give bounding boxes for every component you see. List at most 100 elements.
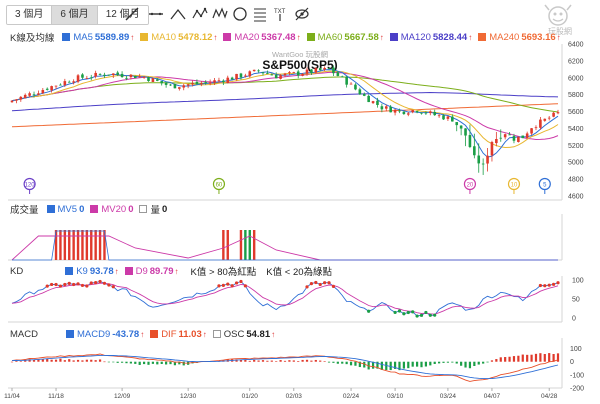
kd-oversold-dot	[415, 314, 419, 318]
volume-bar	[63, 230, 67, 260]
x-axis-tick-label: 12/09	[114, 393, 131, 400]
kd-overbought-dot	[234, 281, 239, 285]
candle-body	[429, 111, 432, 114]
candle-body	[305, 69, 309, 74]
candle-body	[477, 155, 481, 164]
osc-bar	[169, 361, 172, 365]
candle-body	[340, 76, 344, 78]
candle-body	[336, 72, 340, 76]
ma10-line	[11, 70, 559, 149]
osc-bar	[548, 353, 551, 362]
ma-marker-label: 10	[511, 182, 518, 188]
candle-body	[116, 72, 119, 75]
kd-oversold-dot	[411, 310, 415, 314]
x-axis-tick-label: 04/07	[484, 393, 501, 400]
candle-body	[481, 163, 485, 165]
osc-bar	[107, 361, 110, 363]
kd-y-tick: 100	[572, 278, 584, 285]
candle-body	[142, 76, 146, 78]
candle-body	[301, 74, 304, 76]
kline-y-tick: 6200	[568, 58, 584, 65]
osc-bar	[165, 361, 168, 365]
candle-body	[283, 73, 287, 76]
candle-body	[164, 82, 168, 85]
candle-body	[279, 75, 282, 79]
candle-body	[266, 73, 269, 74]
osc-bar	[156, 361, 159, 365]
candle-body	[23, 94, 27, 98]
osc-bar	[288, 360, 291, 362]
candle-body	[81, 74, 84, 78]
candle-body	[37, 93, 40, 95]
volume-bar	[59, 230, 62, 260]
kline-y-tick: 6000	[568, 75, 584, 82]
kd-y-tick: 0	[572, 316, 576, 323]
ma-marker-label: 60	[216, 182, 223, 188]
k9-line	[11, 280, 559, 317]
osc-bar	[266, 360, 269, 362]
osc-bar	[327, 361, 331, 363]
volume-bar	[90, 230, 93, 260]
candle-body	[455, 122, 459, 126]
candle-body	[76, 75, 80, 82]
osc-bar	[112, 361, 115, 363]
osc-bar	[257, 360, 260, 362]
candle-body	[314, 68, 318, 73]
kd-overbought-dot	[331, 284, 336, 288]
d9-line	[11, 282, 559, 315]
candle-body	[459, 125, 463, 129]
kd-overbought-dot	[98, 279, 102, 284]
macd9-line	[11, 354, 559, 380]
x-axis-tick-label: 11/04	[4, 393, 20, 400]
kd-overbought-dot	[217, 284, 221, 288]
candle-body	[486, 155, 489, 164]
kd-overbought-dot	[556, 281, 560, 285]
osc-bar	[32, 359, 36, 362]
osc-bar	[349, 361, 353, 366]
osc-bar	[305, 359, 309, 362]
osc-bar	[336, 361, 339, 364]
candle-body	[10, 100, 14, 103]
macd-y-tick: -100	[570, 372, 584, 379]
candle-body	[274, 74, 278, 79]
osc-bar	[521, 354, 524, 362]
osc-bar	[451, 361, 454, 363]
osc-bar	[402, 361, 405, 369]
kd-overbought-dot	[226, 282, 230, 286]
candle-body	[415, 111, 419, 113]
chart-canvas[interactable]: 6400620060005800560054005200500048004600…	[0, 0, 600, 404]
kd-overbought-dot	[94, 280, 98, 285]
volume-bar	[248, 230, 251, 260]
osc-bar	[429, 361, 432, 366]
osc-bar	[244, 359, 247, 362]
kd-overbought-dot	[221, 283, 225, 287]
kline-y-tick: 5000	[568, 160, 584, 167]
kd-overbought-dot	[243, 284, 247, 288]
candle-body	[310, 69, 313, 73]
candle-body	[547, 117, 551, 119]
osc-bar	[482, 361, 485, 364]
candle-body	[213, 80, 216, 83]
osc-bar	[499, 357, 502, 362]
candle-body	[120, 73, 124, 78]
candle-body	[376, 100, 379, 105]
osc-bar	[68, 359, 71, 362]
candle-body	[406, 113, 410, 115]
x-axis-tick-label: 03/24	[440, 393, 457, 400]
kd-oversold-dot	[393, 310, 397, 315]
candle-body	[182, 85, 186, 88]
osc-bar	[94, 360, 97, 362]
candle-body	[41, 89, 45, 94]
kd-overbought-dot	[63, 282, 67, 287]
osc-bar	[90, 359, 93, 362]
candle-body	[125, 77, 128, 79]
osc-bar	[50, 359, 53, 362]
mv20-line	[11, 235, 558, 261]
kline-y-tick: 4800	[568, 177, 584, 184]
osc-bar	[125, 361, 128, 364]
candle-body	[28, 93, 31, 96]
candle-body	[151, 78, 155, 82]
candle-body	[508, 134, 511, 136]
osc-bar	[319, 360, 322, 362]
osc-bar	[72, 360, 75, 362]
